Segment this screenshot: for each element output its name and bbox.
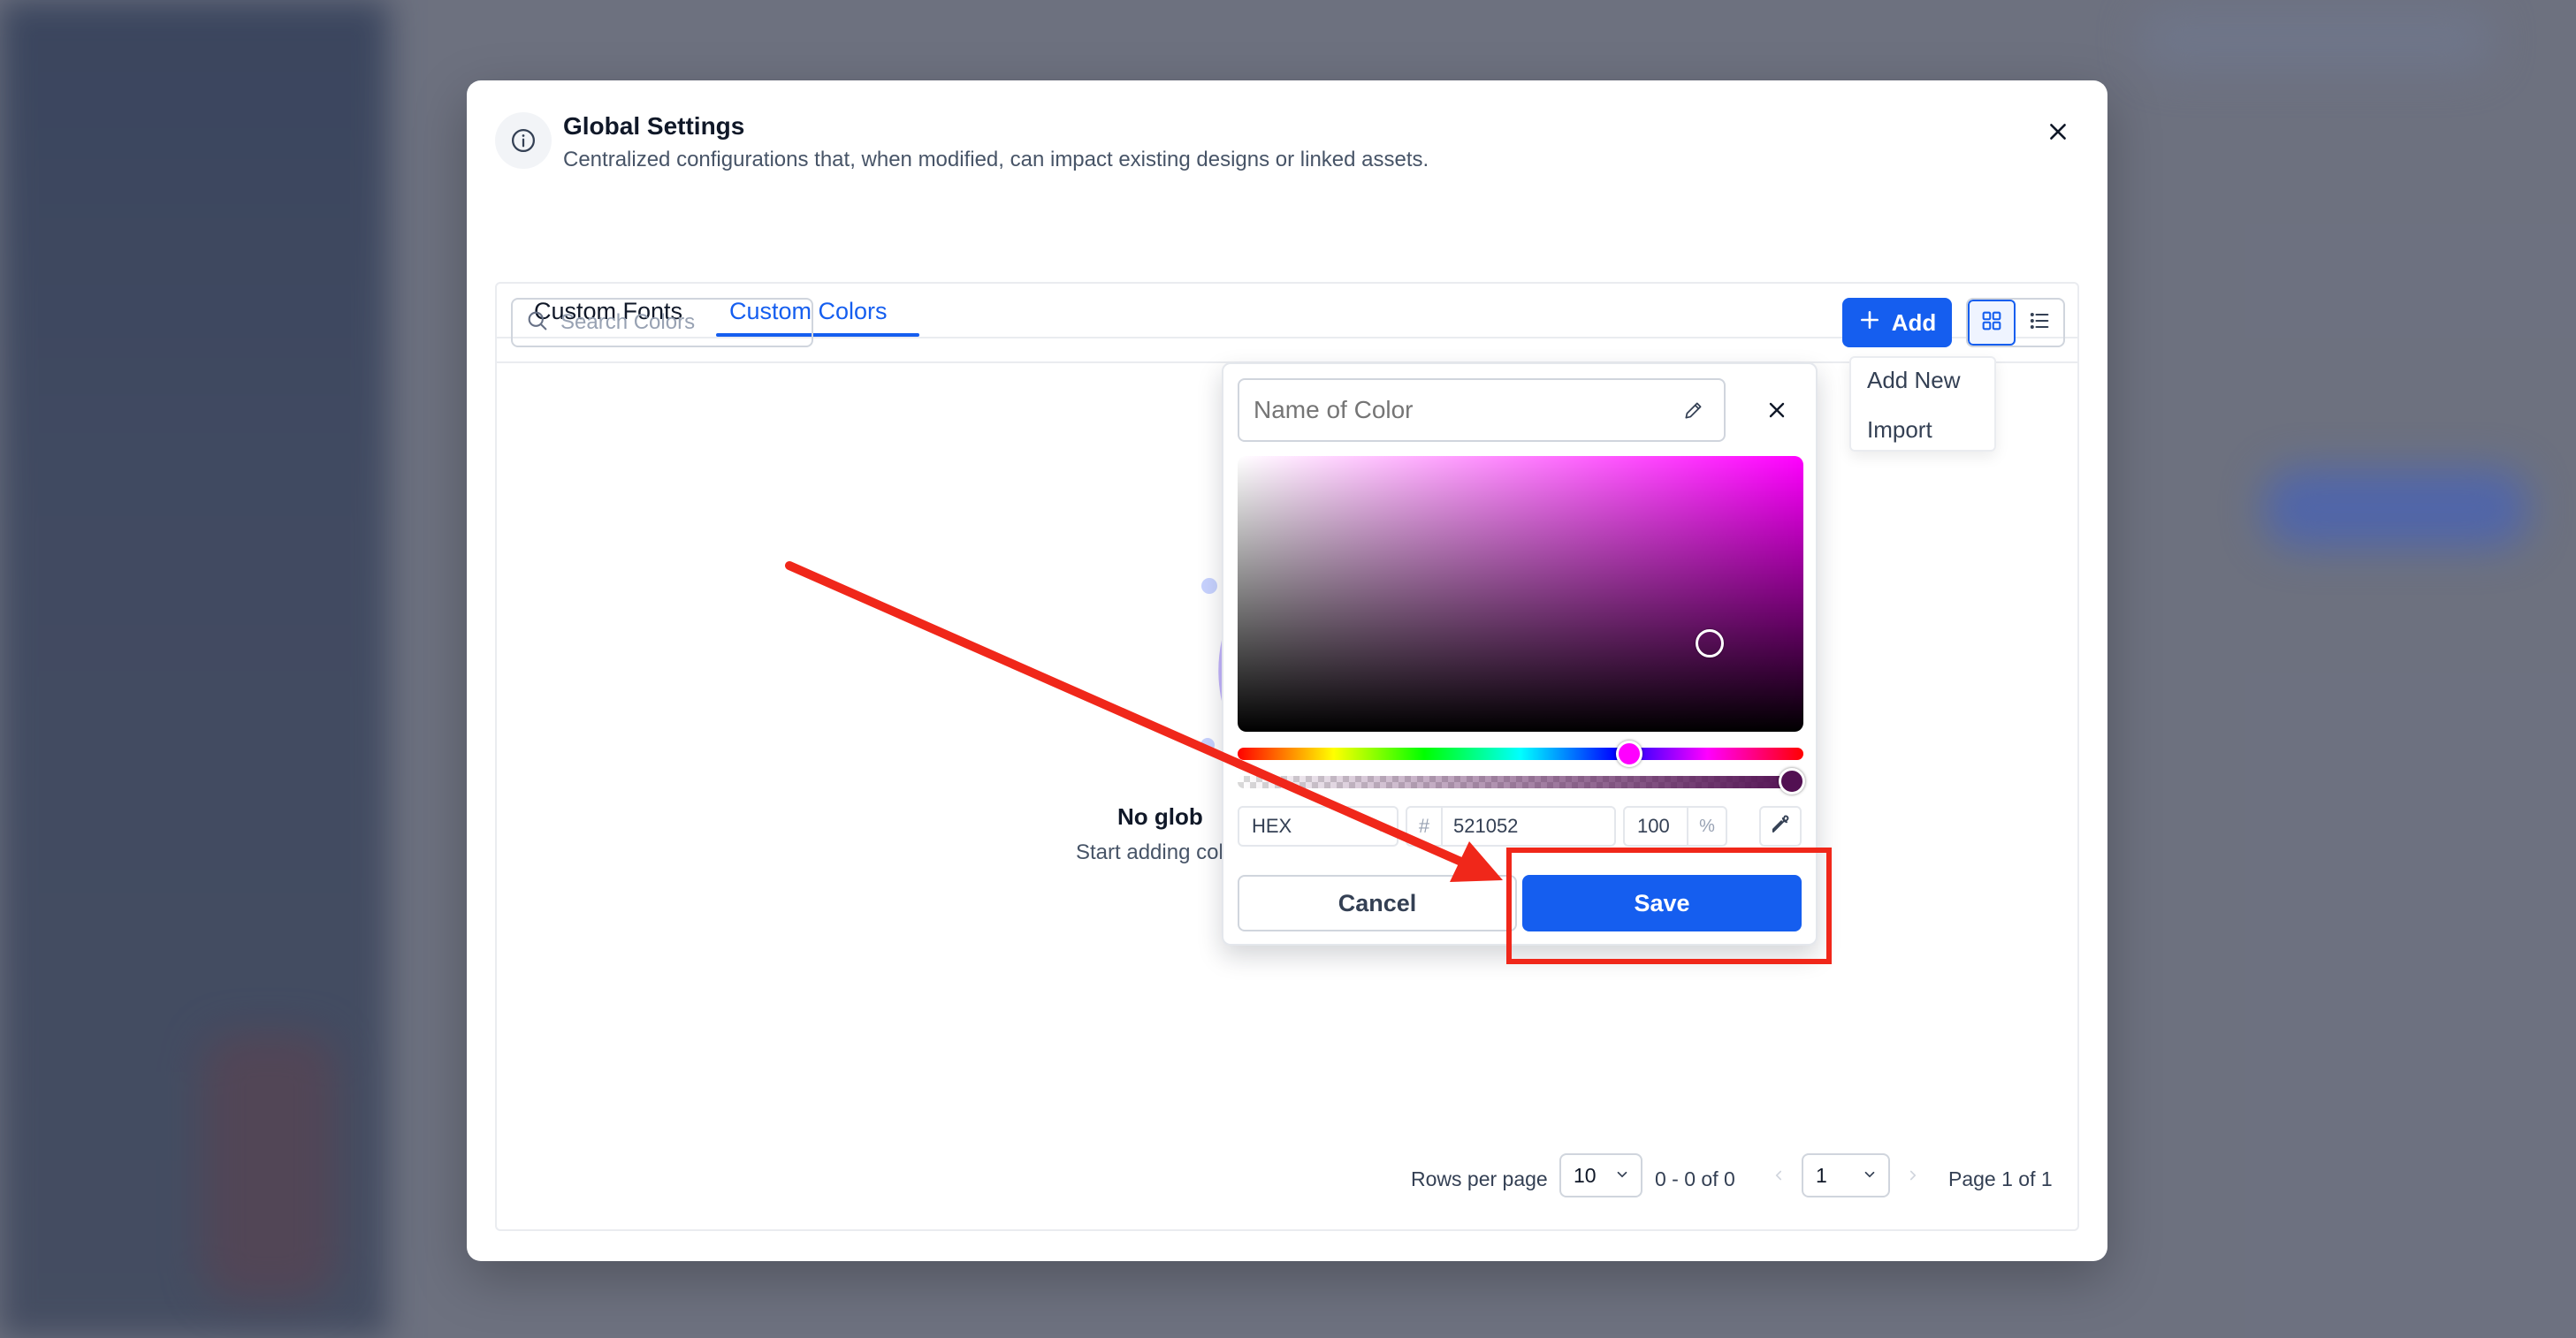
eyedropper-icon — [1769, 813, 1792, 840]
rows-per-page-select[interactable]: 10 — [1559, 1153, 1642, 1197]
color-name-field[interactable] — [1238, 378, 1726, 442]
grid-view-button[interactable] — [1968, 300, 2016, 346]
hex-value[interactable]: 521052 — [1443, 815, 1518, 838]
alpha-slider[interactable] — [1238, 776, 1803, 788]
alpha-slider-handle[interactable] — [1779, 768, 1805, 794]
eyedropper-button[interactable] — [1759, 806, 1802, 847]
hash-prefix: # — [1407, 808, 1443, 845]
saturation-handle[interactable] — [1696, 629, 1724, 658]
color-format-value: HEX — [1252, 815, 1292, 837]
next-page-button[interactable] — [1892, 1153, 1934, 1197]
rows-per-page-value: 10 — [1574, 1163, 1597, 1187]
plus-icon — [1858, 308, 1881, 338]
chevron-left-icon — [1775, 1170, 1782, 1181]
empty-state-title: No glob — [1117, 803, 1203, 830]
annotation-highlight-box — [1506, 848, 1832, 964]
saturation-brightness-area[interactable] — [1238, 456, 1803, 732]
add-dropdown-menu: Add New Import — [1849, 356, 1996, 452]
hue-slider[interactable] — [1238, 748, 1803, 760]
alpha-value[interactable]: 100 — [1625, 815, 1687, 838]
prev-page-button[interactable] — [1757, 1153, 1800, 1197]
view-toggle — [1966, 298, 2065, 347]
chevron-down-icon — [1862, 1164, 1878, 1188]
hue-slider-handle[interactable] — [1616, 741, 1642, 767]
empty-state-description: Start adding colo — [1076, 840, 1236, 864]
rows-per-page-label: Rows per page — [1411, 1167, 1548, 1190]
search-icon — [525, 308, 550, 338]
menu-item-import[interactable]: Import — [1867, 416, 1932, 444]
color-name-input[interactable] — [1254, 396, 1642, 424]
list-view-button[interactable] — [2016, 300, 2063, 346]
add-button-label: Add — [1891, 308, 1937, 336]
close-icon[interactable] — [1757, 391, 1796, 430]
pencil-icon[interactable] — [1680, 396, 1708, 424]
page-select[interactable]: 1 — [1802, 1153, 1890, 1197]
list-icon — [2027, 308, 2052, 338]
hex-input-field[interactable]: # 521052 — [1406, 806, 1616, 847]
search-input[interactable] — [560, 310, 799, 335]
alpha-unit: % — [1687, 808, 1726, 845]
add-button[interactable]: Add — [1842, 298, 1952, 347]
chevron-right-icon — [1909, 1170, 1917, 1181]
alpha-input-field[interactable]: 100 % — [1623, 806, 1727, 847]
grid-icon — [1979, 308, 2004, 338]
color-format-select[interactable]: HEX — [1238, 806, 1399, 847]
range-text: 0 - 0 of 0 — [1655, 1167, 1735, 1190]
cancel-button[interactable]: Cancel — [1238, 875, 1517, 931]
page-select-value: 1 — [1816, 1163, 1827, 1187]
chevron-down-icon — [1614, 1164, 1630, 1188]
page-indicator: Page 1 of 1 — [1948, 1167, 2053, 1190]
menu-item-add-new[interactable]: Add New — [1867, 367, 1961, 394]
chevron-down-icon — [1374, 818, 1388, 841]
search-box[interactable] — [511, 298, 813, 347]
